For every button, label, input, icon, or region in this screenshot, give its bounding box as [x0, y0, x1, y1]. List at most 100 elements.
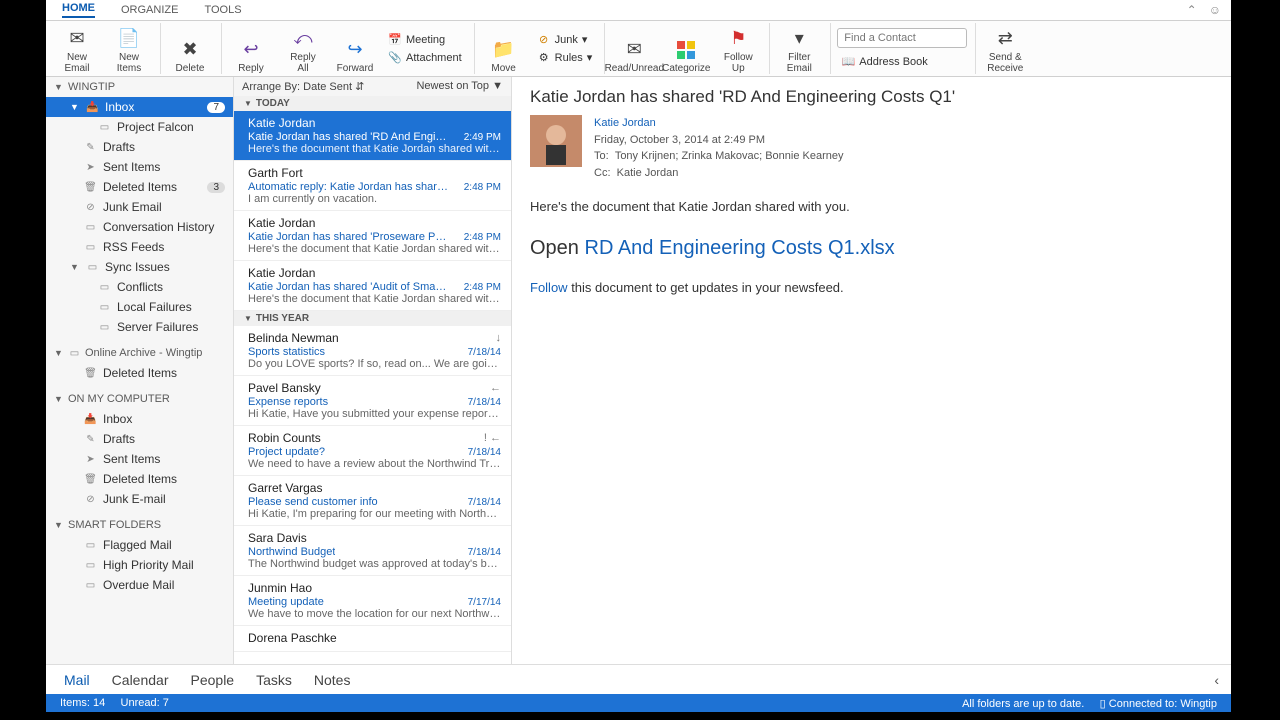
move-icon: 📁	[491, 37, 517, 63]
message-item[interactable]: Dorena Paschke	[234, 626, 511, 652]
new-items-button[interactable]: 📄New Items	[106, 24, 152, 74]
junk-icon: ⊘	[84, 493, 97, 505]
sidebar-item-deleted[interactable]: 🗑Deleted Items3	[46, 177, 233, 197]
nav-notes[interactable]: Notes	[314, 672, 351, 688]
sidebar-item-high-priority[interactable]: ▭High Priority Mail	[46, 555, 233, 575]
message-list-sorter[interactable]: Arrange By: Date Sent ⇵ Newest on Top ▼	[234, 77, 511, 96]
status-item-count: Items: 14	[60, 697, 105, 709]
message-time: 7/18/14	[468, 347, 501, 358]
message-item[interactable]: Garth FortAutomatic reply: Katie Jordan …	[234, 161, 511, 211]
forward-button[interactable]: ↪Forward	[332, 24, 378, 74]
follow-link[interactable]: Follow	[530, 280, 568, 295]
message-flag-icon: ! ←	[484, 432, 501, 444]
sidebar-item-overdue[interactable]: ▭Overdue Mail	[46, 575, 233, 595]
message-subject: Katie Jordan has shared 'RD And Engineer…	[530, 87, 1213, 107]
message-item[interactable]: Junmin HaoMeeting update7/17/14We have t…	[234, 576, 511, 626]
nav-mail[interactable]: Mail	[64, 672, 90, 688]
message-time: 7/17/14	[468, 597, 501, 608]
account-header-wingtip[interactable]: ▼WINGTIP	[46, 77, 233, 97]
message-subject: Automatic reply: Katie Jordan has shared…	[248, 181, 448, 193]
message-group-header[interactable]: ▼ TODAY	[234, 96, 511, 111]
sidebar-item-drafts[interactable]: ✎Drafts	[46, 137, 233, 157]
message-item[interactable]: Katie JordanKatie Jordan has shared 'Pro…	[234, 211, 511, 261]
section-on-my-computer[interactable]: ▼ON MY COMPUTER	[46, 389, 233, 409]
shared-file-link[interactable]: RD And Engineering Costs Q1.xlsx	[585, 237, 895, 259]
send-receive-button[interactable]: ⇄Send & Receive	[982, 24, 1028, 74]
message-date: Friday, October 3, 2014 at 2:49 PM	[594, 132, 843, 149]
reply-all-button[interactable]: ⤺Reply All	[280, 24, 326, 74]
message-item[interactable]: ! ←Robin CountsProject update?7/18/14We …	[234, 426, 511, 476]
nav-calendar[interactable]: Calendar	[112, 672, 169, 688]
read-unread-button[interactable]: ✉Read/Unread	[611, 24, 657, 74]
sidebar-item-local-inbox[interactable]: 📥Inbox	[46, 409, 233, 429]
reply-button[interactable]: ↩Reply	[228, 24, 274, 74]
sidebar-item-local-drafts[interactable]: ✎Drafts	[46, 429, 233, 449]
message-item[interactable]: ↓Belinda NewmanSports statistics7/18/14D…	[234, 326, 511, 376]
follow-up-button[interactable]: ⚑Follow Up	[715, 24, 761, 74]
message-item[interactable]: Garret VargasPlease send customer info7/…	[234, 476, 511, 526]
collapse-ribbon-icon[interactable]: ⌃	[1187, 3, 1197, 17]
rules-button[interactable]: ⚙Rules ▾	[533, 50, 597, 66]
outlook-window: HOME ORGANIZE TOOLS ⌃ ☺ ✉New Email 📄New …	[46, 0, 1231, 712]
nav-tasks[interactable]: Tasks	[256, 672, 292, 688]
sidebar-item-sent[interactable]: ➤Sent Items	[46, 157, 233, 177]
categorize-button[interactable]: Categorize	[663, 24, 709, 74]
sidebar-item-local-junk[interactable]: ⊘Junk E-mail	[46, 489, 233, 509]
message-subject: Please send customer info	[248, 496, 378, 508]
sidebar-item-archive-deleted[interactable]: 🗑Deleted Items	[46, 363, 233, 383]
message-sender: Belinda Newman	[248, 331, 501, 345]
trash-icon: 🗑	[84, 473, 97, 485]
tab-organize[interactable]: ORGANIZE	[121, 4, 178, 16]
sidebar-item-local-deleted[interactable]: 🗑Deleted Items	[46, 469, 233, 489]
section-smart-folders[interactable]: ▼SMART FOLDERS	[46, 515, 233, 535]
sidebar-item-conv-history[interactable]: ▭Conversation History	[46, 217, 233, 237]
find-contact-input[interactable]: Find a Contact	[837, 28, 967, 48]
message-group-header[interactable]: ▼ THIS YEAR	[234, 311, 511, 326]
delete-button[interactable]: ✖Delete	[167, 24, 213, 74]
folder-icon: ▭	[84, 539, 97, 551]
attachment-button[interactable]: 📎Attachment	[384, 50, 466, 66]
collapse-nav-icon[interactable]: ‹	[1214, 672, 1219, 688]
message-subject: Katie Jordan has shared 'RD And Engineer…	[248, 131, 448, 143]
message-item[interactable]: ←Pavel BanskyExpense reports7/18/14Hi Ka…	[234, 376, 511, 426]
message-sender: Katie Jordan	[248, 266, 501, 280]
sidebar-item-project-falcon[interactable]: ▭Project Falcon	[46, 117, 233, 137]
message-body: Here's the document that Katie Jordan sh…	[530, 197, 1213, 299]
sidebar-item-junk[interactable]: ⊘Junk Email	[46, 197, 233, 217]
message-list: Arrange By: Date Sent ⇵ Newest on Top ▼ …	[234, 77, 512, 664]
folder-icon: ▭	[98, 121, 111, 133]
sidebar-item-conflicts[interactable]: ▭Conflicts	[46, 277, 233, 297]
sidebar-item-local-sent[interactable]: ➤Sent Items	[46, 449, 233, 469]
message-time: 2:48 PM	[464, 282, 501, 293]
sidebar-item-sync-issues[interactable]: ▼▭Sync Issues	[46, 257, 233, 277]
message-subject: Katie Jordan has shared 'Proseware Proje…	[248, 231, 448, 243]
nav-people[interactable]: People	[191, 672, 235, 688]
sidebar-item-inbox[interactable]: ▼📥Inbox7	[46, 97, 233, 117]
drafts-icon: ✎	[84, 141, 97, 153]
message-item[interactable]: Sara DavisNorthwind Budget7/18/14The Nor…	[234, 526, 511, 576]
message-item[interactable]: Katie JordanKatie Jordan has shared 'RD …	[234, 111, 511, 161]
tab-tools[interactable]: TOOLS	[204, 4, 241, 16]
tab-home[interactable]: HOME	[62, 2, 95, 18]
new-email-button[interactable]: ✉New Email	[54, 24, 100, 74]
meeting-button[interactable]: 📅Meeting	[384, 32, 466, 48]
sort-order-label[interactable]: Newest on Top ▼	[416, 80, 503, 93]
envelope-icon: ✉	[64, 26, 90, 52]
sidebar-item-local-failures[interactable]: ▭Local Failures	[46, 297, 233, 317]
status-sync: All folders are up to date.	[962, 698, 1084, 710]
sidebar-item-flagged[interactable]: ▭Flagged Mail	[46, 535, 233, 555]
flag-icon: ⚑	[725, 26, 751, 52]
filter-email-button[interactable]: ▾Filter Email	[776, 24, 822, 74]
junk-button[interactable]: ⊘Junk ▾	[533, 32, 597, 48]
help-icon[interactable]: ☺	[1209, 3, 1221, 17]
address-book-button[interactable]: 📖Address Book	[837, 54, 967, 70]
forward-icon: ↪	[342, 37, 368, 63]
arrange-by-label[interactable]: Arrange By: Date Sent ⇵	[242, 80, 364, 93]
sidebar-item-rss[interactable]: ▭RSS Feeds	[46, 237, 233, 257]
message-metadata: Katie Jordan Friday, October 3, 2014 at …	[594, 115, 843, 181]
account-header-archive[interactable]: ▼▭Online Archive - Wingtip	[46, 343, 233, 363]
move-button[interactable]: 📁Move	[481, 24, 527, 74]
message-item[interactable]: Katie JordanKatie Jordan has shared 'Aud…	[234, 261, 511, 311]
sidebar-item-server-failures[interactable]: ▭Server Failures	[46, 317, 233, 337]
message-preview: Here's the document that Katie Jordan sh…	[248, 293, 501, 305]
